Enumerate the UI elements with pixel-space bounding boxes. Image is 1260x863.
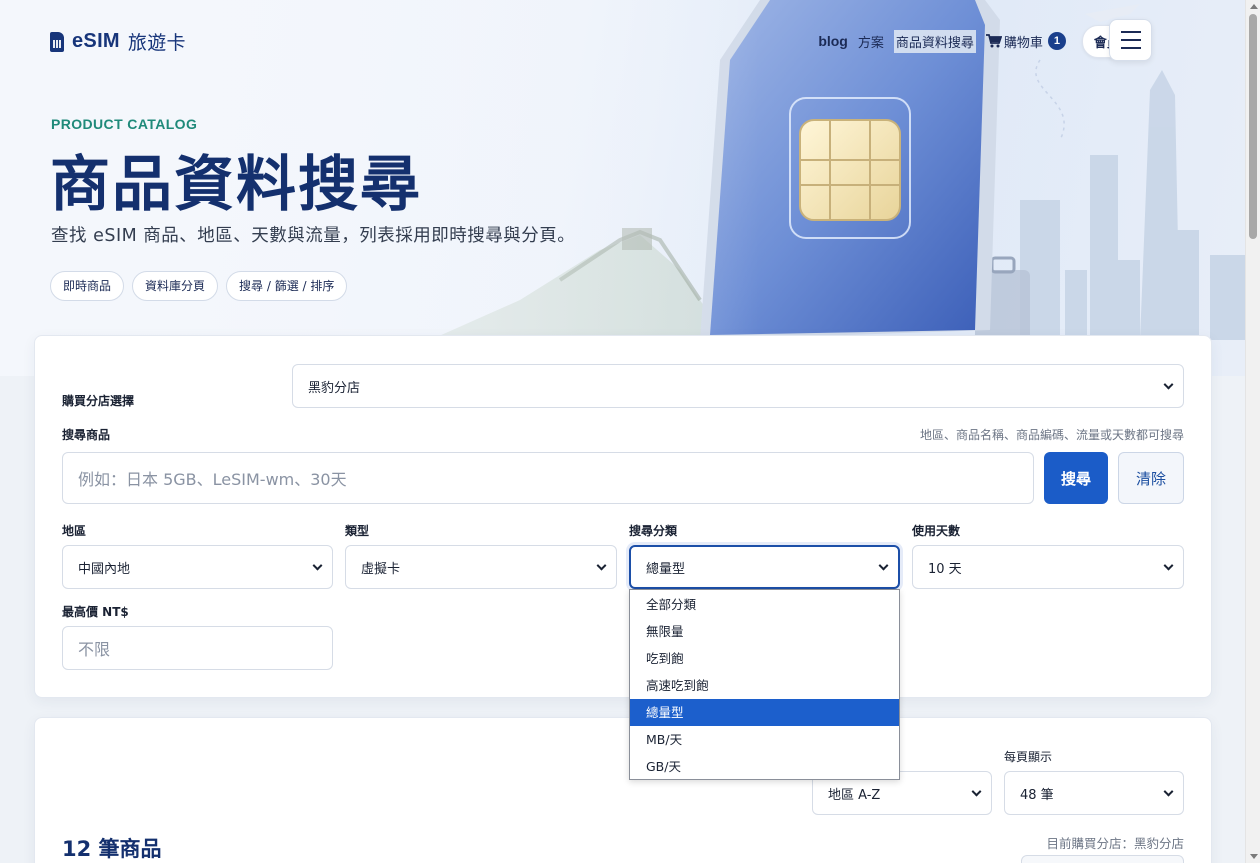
cart-label: 購物車 <box>1003 35 1043 51</box>
category-option[interactable]: MB/天 <box>630 726 899 753</box>
category-select[interactable]: 總量型 <box>629 545 900 589</box>
search-hint: 地區、商品名稱、商品編碼、流量或天數都可搜尋 <box>919 428 1184 442</box>
type-label: 類型 <box>345 524 370 538</box>
days-label: 使用天數 <box>912 524 961 538</box>
max-price-placeholder: 不限 <box>78 640 111 659</box>
category-option[interactable]: GB/天 <box>630 753 899 780</box>
category-option[interactable]: 高速吃到飽 <box>630 672 899 699</box>
current-store-note: 目前購買分店：黑豹分店 <box>1046 836 1184 851</box>
chevron-down-icon <box>971 786 982 797</box>
sim-card-icon <box>50 31 64 52</box>
type-select-value: 虛擬卡 <box>361 561 401 577</box>
clear-button[interactable]: 清除 <box>1118 452 1184 504</box>
brand-logo[interactable]: eSIM 旅遊卡 <box>50 28 186 55</box>
store-select[interactable]: 黑豹分店 <box>292 364 1184 408</box>
chevron-down-icon <box>312 560 323 571</box>
store-select-label: 購買分店選擇 <box>62 394 135 408</box>
category-select-value: 總量型 <box>646 561 686 577</box>
search-button[interactable]: 搜尋 <box>1044 452 1108 504</box>
view-toggle[interactable] <box>1021 855 1184 863</box>
page-scrollbar[interactable] <box>1245 0 1260 863</box>
region-select-value: 中國內地 <box>78 561 131 577</box>
scroll-up-arrow-icon[interactable] <box>1250 4 1258 9</box>
per-page-select[interactable]: 48 筆 <box>1004 771 1184 815</box>
category-label: 搜尋分類 <box>629 524 678 538</box>
brand-name: eSIM <box>72 30 120 52</box>
region-select[interactable]: 中國內地 <box>62 545 333 589</box>
scrollbar-thumb[interactable] <box>1249 14 1257 239</box>
search-input[interactable]: 例如：日本 5GB、LeSIM-wm、30天 <box>62 452 1034 504</box>
page-eyebrow: PRODUCT CATALOG <box>51 116 198 132</box>
category-option[interactable]: 全部分類 <box>630 591 899 618</box>
chevron-down-icon <box>878 560 889 571</box>
chevron-down-icon <box>1163 379 1174 390</box>
days-select-value: 10 天 <box>928 561 962 577</box>
hamburger-menu-button[interactable] <box>1109 19 1152 61</box>
feature-chips: 即時商品 資料庫分頁 搜尋 / 篩選 / 排序 <box>50 271 348 301</box>
nav-product-search-link[interactable]: 商品資料搜尋 <box>893 29 976 53</box>
category-dropdown-list: 全部分類 無限量 吃到飽 高速吃到飽 總量型 MB/天 GB/天 <box>629 589 900 780</box>
category-option[interactable]: 無限量 <box>630 618 899 645</box>
max-price-label: 最高價 NT$ <box>62 605 129 619</box>
category-option[interactable]: 吃到飽 <box>630 645 899 672</box>
cart-icon <box>985 34 1002 48</box>
days-select[interactable]: 10 天 <box>912 545 1184 589</box>
chevron-down-icon <box>1163 560 1174 571</box>
nav-cart-link[interactable]: 購物車 1 <box>985 32 1066 51</box>
max-price-input[interactable]: 不限 <box>62 626 333 670</box>
chevron-down-icon <box>596 560 607 571</box>
top-navigation: blog 方案 商品資料搜尋 購物車 1 會員09 <box>818 20 1150 62</box>
hero-banner: eSIM 旅遊卡 blog 方案 商品資料搜尋 購物車 1 會員09 PRODU… <box>0 0 1245 376</box>
brand-subtitle: 旅遊卡 <box>127 32 186 54</box>
feature-chip: 資料庫分頁 <box>132 271 219 301</box>
per-page-label: 每頁顯示 <box>1004 750 1053 764</box>
hamburger-menu-icon <box>1120 31 1141 33</box>
result-count-title: 12 筆商品 <box>62 837 162 861</box>
scroll-down-arrow-icon[interactable] <box>1250 854 1258 859</box>
feature-chip: 搜尋 / 篩選 / 排序 <box>226 271 348 301</box>
feature-chip: 即時商品 <box>50 271 125 301</box>
page-title: 商品資料搜尋 <box>50 150 422 220</box>
category-option[interactable]: 總量型 <box>630 699 899 726</box>
page-subtitle: 查找 eSIM 商品、地區、天數與流量，列表採用即時搜尋與分頁。 <box>51 226 576 246</box>
search-input-placeholder: 例如：日本 5GB、LeSIM-wm、30天 <box>78 470 347 489</box>
cart-count-badge: 1 <box>1047 32 1066 50</box>
nav-plans-link[interactable]: 方案 <box>858 32 884 51</box>
sort-select-value: 地區 A-Z <box>828 787 881 803</box>
nav-blog-link[interactable]: blog <box>818 33 848 49</box>
per-page-select-value: 48 筆 <box>1020 787 1054 803</box>
region-label: 地區 <box>62 524 87 538</box>
search-label: 搜尋商品 <box>62 428 111 442</box>
type-select[interactable]: 虛擬卡 <box>345 545 617 589</box>
chevron-down-icon <box>1163 786 1174 797</box>
store-select-value: 黑豹分店 <box>308 380 361 396</box>
